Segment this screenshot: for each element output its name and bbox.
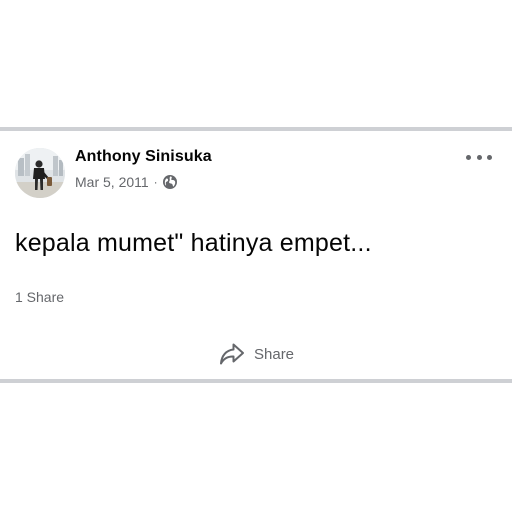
post-card: Anthony Sinisuka Mar 5, 2011 · kepala mu…	[0, 131, 512, 379]
facebook-post-screenshot: Anthony Sinisuka Mar 5, 2011 · kepala mu…	[0, 0, 512, 512]
meta-separator: ·	[153, 175, 158, 189]
post-meta: Mar 5, 2011 ·	[75, 173, 178, 191]
share-button[interactable]: Share	[218, 339, 294, 369]
avatar-photo	[15, 148, 65, 198]
bottom-divider	[0, 379, 512, 383]
share-arrow-icon	[218, 341, 246, 367]
more-options-icon[interactable]	[466, 150, 492, 164]
author-avatar[interactable]	[15, 148, 65, 198]
share-button-label: Share	[254, 345, 295, 363]
globe-icon[interactable]	[162, 174, 178, 190]
share-count[interactable]: 1 Share	[15, 289, 64, 305]
post-text: kepala mumet" hatinya empet...	[15, 229, 372, 257]
post-date[interactable]: Mar 5, 2011	[75, 174, 149, 190]
author-name[interactable]: Anthony Sinisuka	[75, 148, 212, 166]
